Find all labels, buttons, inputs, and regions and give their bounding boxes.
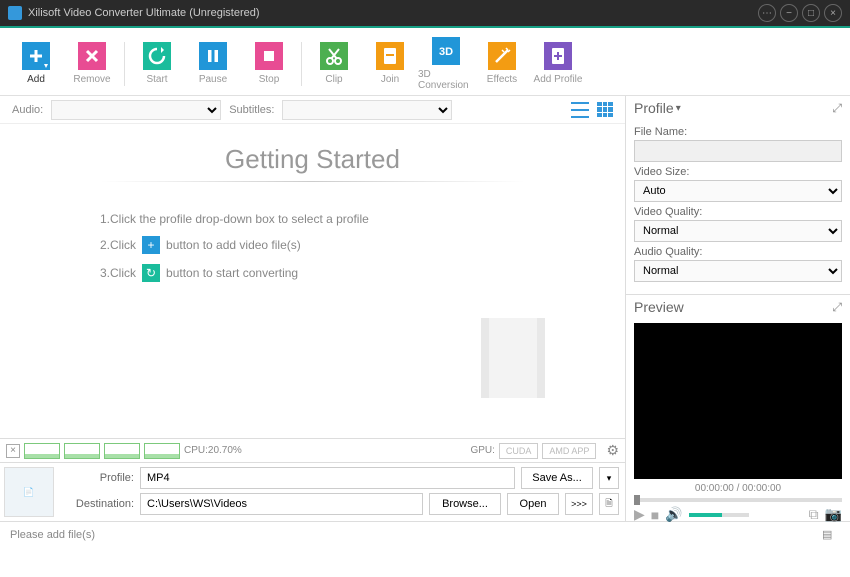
grid-view-button[interactable] (597, 102, 613, 118)
audio-quality-select[interactable]: Normal (634, 260, 842, 282)
snapshot-list-icon[interactable]: ⧉ (809, 506, 819, 523)
preview-time: 00:00:00 / 00:00:00 (626, 483, 850, 494)
video-quality-select[interactable]: Normal (634, 220, 842, 242)
preview-heading: Preview (634, 299, 684, 315)
open-button[interactable]: Open (507, 493, 559, 515)
step-1: 1.Click the profile drop-down box to sel… (100, 212, 525, 226)
audio-quality-label: Audio Quality: (634, 246, 842, 258)
filename-label: File Name: (634, 126, 842, 138)
add-profile-button[interactable]: Add Profile (530, 34, 586, 94)
subtitles-select[interactable] (282, 100, 452, 120)
video-size-select[interactable]: Auto (634, 180, 842, 202)
wand-icon (488, 42, 516, 70)
getting-started-panel: Getting Started 1.Click the profile drop… (0, 124, 625, 438)
video-size-label: Video Size: (634, 166, 842, 178)
cpu-label: CPU:20.70% (184, 445, 242, 456)
preview-panel: Preview ⤢ 00:00:00 / 00:00:00 ▶ ■ 🔊 ⧉ 📷 (626, 294, 850, 527)
svg-text:3D: 3D (439, 46, 453, 58)
cpu-graph-3 (104, 443, 140, 459)
subtitles-label: Subtitles: (229, 104, 274, 116)
profile-select[interactable] (140, 467, 515, 489)
stop-icon[interactable]: ■ (651, 507, 659, 523)
app-icon (8, 6, 22, 20)
remove-button[interactable]: Remove (64, 34, 120, 94)
destination-input[interactable] (140, 493, 423, 515)
amd-app-button[interactable]: AMD APP (542, 443, 596, 459)
start-icon: ↻ (142, 264, 160, 282)
3d-icon: 3D (432, 37, 460, 65)
3d-conversion-button[interactable]: 3D 3D Conversion (418, 34, 474, 94)
expand-preview-icon[interactable]: ⤢ (832, 300, 842, 315)
volume-icon[interactable]: 🔊 (665, 506, 682, 523)
step-3: 3.Click ↻ button to start converting (100, 264, 525, 282)
pause-icon (199, 42, 227, 70)
scissors-icon (320, 42, 348, 70)
maximize-button[interactable]: □ (802, 4, 820, 22)
video-quality-label: Video Quality: (634, 206, 842, 218)
audio-label: Audio: (12, 104, 43, 116)
more-button[interactable]: >>> (565, 493, 593, 515)
gpu-label: GPU: (470, 445, 494, 456)
pause-button[interactable]: Pause (185, 34, 241, 94)
cpu-graph-2 (64, 443, 100, 459)
x-icon (78, 42, 106, 70)
add-button[interactable]: Add (8, 34, 64, 94)
profile-plus-icon (544, 42, 572, 70)
cpu-graph-1 (24, 443, 60, 459)
join-button[interactable]: Join (362, 34, 418, 94)
performance-bar: × CPU:20.70% GPU: CUDA AMD APP ⚙ (0, 438, 625, 462)
toolbar: Add Remove Start Pause Stop Clip Join 3D… (0, 28, 850, 96)
minimize-button[interactable]: − (780, 4, 798, 22)
titlebar: Xilisoft Video Converter Ultimate (Unreg… (0, 0, 850, 26)
stop-button[interactable]: Stop (241, 34, 297, 94)
film-strip-icon (481, 318, 545, 398)
help-button[interactable]: ⋯ (758, 4, 776, 22)
preview-slider[interactable] (634, 498, 842, 502)
plus-icon (22, 42, 50, 70)
step-2: 2.Click + button to add video file(s) (100, 236, 525, 254)
right-panel: Profile▾ ⤢ File Name: Video Size: Auto V… (625, 96, 850, 521)
output-bar: 📄 Profile: Save As... ▾ Destination: Bro… (0, 462, 625, 521)
gear-icon[interactable]: ⚙ (606, 442, 619, 459)
getting-started-heading: Getting Started (60, 144, 565, 175)
format-thumbnail: 📄 (4, 467, 54, 517)
browse-button[interactable]: Browse... (429, 493, 501, 515)
clip-button[interactable]: Clip (306, 34, 362, 94)
preview-screen (634, 323, 842, 479)
list-view-button[interactable] (571, 102, 589, 118)
volume-slider[interactable] (689, 513, 749, 517)
filename-input[interactable] (634, 140, 842, 162)
play-icon[interactable]: ▶ (634, 506, 645, 523)
close-button[interactable]: × (824, 4, 842, 22)
save-as-button[interactable]: Save As... (521, 467, 593, 489)
main-area: Audio: Subtitles: Getting Started 1.Clic… (0, 96, 850, 521)
report-icon[interactable]: 🗎 (599, 493, 619, 515)
start-button[interactable]: Start (129, 34, 185, 94)
document-icon (376, 42, 404, 70)
layout-icon[interactable]: ▤ (822, 528, 840, 542)
profile-label: Profile: (64, 472, 134, 484)
window-title: Xilisoft Video Converter Ultimate (Unreg… (28, 7, 754, 19)
close-perf-button[interactable]: × (6, 444, 20, 458)
save-as-dropdown[interactable]: ▾ (599, 467, 619, 489)
refresh-icon (143, 42, 171, 70)
destination-label: Destination: (64, 498, 134, 510)
expand-icon[interactable]: ⤢ (832, 101, 842, 116)
stop-icon (255, 42, 283, 70)
status-message: Please add file(s) (10, 529, 95, 541)
profile-panel-header: Profile▾ ⤢ (626, 96, 850, 120)
camera-icon[interactable]: 📷 (825, 506, 842, 523)
audio-select[interactable] (51, 100, 221, 120)
cuda-button[interactable]: CUDA (499, 443, 539, 459)
plus-icon: + (142, 236, 160, 254)
effects-button[interactable]: Effects (474, 34, 530, 94)
sub-toolbar: Audio: Subtitles: (0, 96, 625, 124)
cpu-graph-4 (144, 443, 180, 459)
